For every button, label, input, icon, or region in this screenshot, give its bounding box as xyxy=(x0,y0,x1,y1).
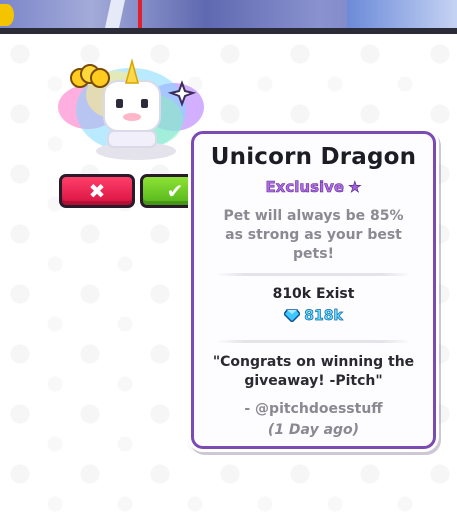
pet-description: Pet will always be 85% as strong as your… xyxy=(223,208,404,262)
divider xyxy=(216,340,411,343)
top-banner xyxy=(0,0,457,28)
banner-decoration xyxy=(0,4,14,26)
exist-count: 810k Exist xyxy=(272,286,355,302)
banner-decoration xyxy=(347,0,457,28)
time-ago: (1 Day ago) xyxy=(267,422,360,438)
banner-decoration xyxy=(105,0,125,28)
pet-name: Unicorn Dragon xyxy=(210,144,417,170)
value-amount: 818k xyxy=(304,308,343,325)
gold-stars-icon xyxy=(70,64,110,88)
close-icon: ✖ xyxy=(88,179,106,203)
pet-tooltip: Unicorn Dragon Exclusive ★ Pet will alway… xyxy=(191,131,436,449)
divider xyxy=(216,273,411,276)
quote-author: - @pitchdoesstuff xyxy=(244,401,383,417)
pet-rarity: Exclusive ★ xyxy=(194,178,433,197)
pet-quote: "Congrats on winning the giveaway! -Pitc… xyxy=(212,354,415,389)
rarity-label: Exclusive xyxy=(265,178,345,197)
pet-value: 818k xyxy=(194,308,433,324)
decline-button[interactable]: ✖ xyxy=(59,174,135,208)
checkmark-icon: ✔ xyxy=(166,179,184,203)
banner-decoration xyxy=(138,0,142,28)
star-icon: ★ xyxy=(348,178,362,197)
diamond-gem-icon xyxy=(284,309,301,322)
